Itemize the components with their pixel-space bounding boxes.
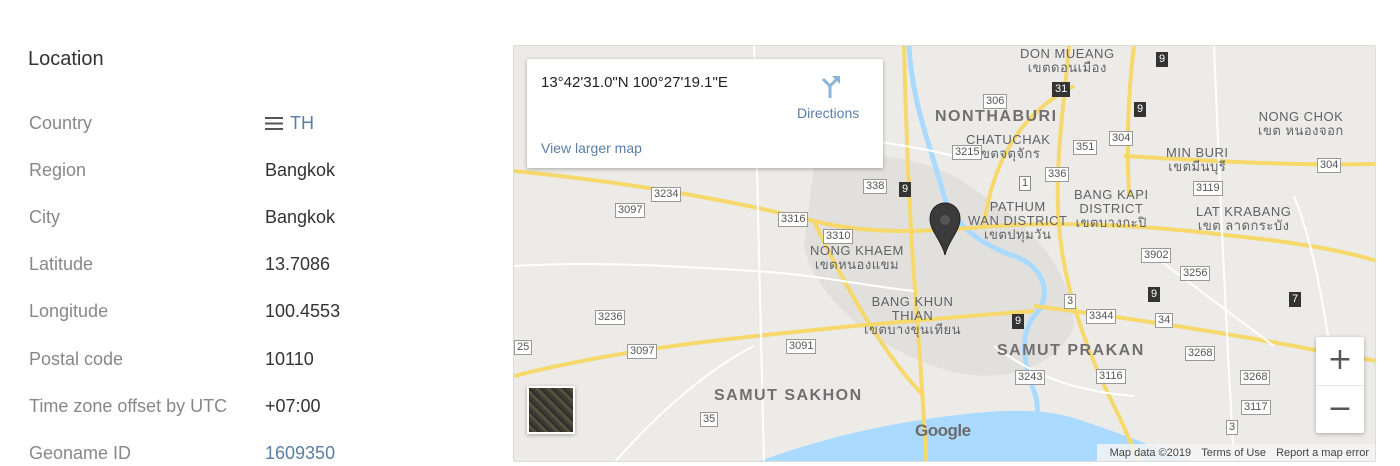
road-shield: 3344	[1086, 309, 1117, 324]
road-shield: 9	[899, 182, 912, 197]
map-label-don-mueang: DON MUEANG เขตดอนเมือง	[1020, 46, 1115, 75]
road-shield: 3097	[627, 344, 658, 359]
section-title: Location	[28, 48, 104, 70]
road-shield: 31	[1052, 82, 1071, 97]
map-data-attribution: Map data ©2019	[1109, 447, 1192, 459]
road-shield: 34	[1155, 313, 1174, 328]
longitude-value: 100.4553	[265, 301, 341, 321]
zoom-controls: + −	[1316, 337, 1364, 433]
info-row-city: City Bangkok	[29, 207, 469, 231]
map-label-samut-sakhon: SAMUT SAKHON	[714, 387, 863, 404]
road-shield: 35	[700, 412, 719, 427]
road-shield: 9	[1156, 52, 1169, 67]
terms-of-use-link[interactable]: Terms of Use	[1201, 447, 1266, 459]
city-value: Bangkok	[265, 207, 336, 227]
geoname-id-label: Geoname ID	[29, 443, 132, 463]
latitude-label: Latitude	[29, 254, 94, 274]
postal-code-label: Postal code	[29, 349, 124, 369]
road-shield: 306	[983, 94, 1008, 109]
country-code[interactable]: TH	[290, 113, 314, 133]
road-shield: 9	[1134, 102, 1147, 117]
region-value: Bangkok	[265, 160, 336, 180]
road-shield: 338	[863, 179, 888, 194]
postal-code-value: 10110	[265, 349, 314, 369]
road-shield: 3116	[1096, 369, 1126, 384]
road-shield: 3902	[1141, 248, 1172, 263]
road-shield: 3091	[786, 339, 817, 354]
road-shield: 3268	[1240, 370, 1271, 385]
map-label-nonthaburi: NONTHABURI	[935, 108, 1058, 125]
road-shield: 351	[1073, 140, 1098, 155]
road-shield: 3268	[1185, 346, 1216, 361]
info-row-region: Region Bangkok	[29, 160, 469, 184]
flag-icon	[265, 117, 283, 130]
road-shield: 336	[1045, 167, 1070, 182]
map-label-bang-khun-thian: BANG KHUN THIAN เขตบางขุนเทียน	[864, 294, 961, 337]
road-shield: 3310	[823, 229, 854, 244]
road-shield: 3256	[1180, 266, 1211, 281]
timezone-value: +07:00	[265, 396, 321, 416]
directions-icon[interactable]	[817, 73, 843, 99]
road-shield: 3236	[595, 310, 626, 325]
map-label-bang-kapi: BANG KAPI DISTRICT เขตบางกะปิ	[1074, 187, 1149, 230]
map-label-lat-krabang: LAT KRABANG เขต ลาดกระบัง	[1196, 204, 1292, 233]
road-shield: 3	[1064, 294, 1077, 309]
view-larger-map-link[interactable]: View larger map	[541, 140, 642, 156]
road-shield: 25	[514, 340, 533, 355]
road-shield: 3243	[1015, 370, 1046, 385]
road-shield: 1	[1019, 176, 1032, 191]
road-shield: 9	[1012, 314, 1025, 329]
region-label: Region	[29, 160, 87, 180]
road-shield: 9	[1148, 287, 1161, 302]
zoom-in-button[interactable]: +	[1316, 337, 1364, 385]
geoname-id-link[interactable]: 1609350	[265, 443, 335, 464]
longitude-label: Longitude	[29, 301, 109, 321]
country-value[interactable]: TH	[265, 113, 314, 134]
road-shield: 3	[1226, 420, 1239, 435]
road-shield: 304	[1109, 131, 1134, 146]
zoom-out-button[interactable]: −	[1316, 385, 1364, 433]
timezone-label: Time zone offset by UTC	[29, 396, 228, 416]
country-label: Country	[29, 113, 93, 133]
info-row-postal-code: Postal code 10110	[29, 349, 469, 373]
info-row-geoname-id: Geoname ID 1609350	[29, 443, 469, 466]
road-shield: 7	[1289, 292, 1302, 307]
directions-link[interactable]: Directions	[797, 105, 859, 121]
info-row-timezone: Time zone offset by UTC +07:00	[29, 396, 469, 420]
map-label-samut-prakan: SAMUT PRAKAN	[997, 342, 1145, 359]
road-shield: 3234	[651, 187, 682, 202]
map-info-card: 13°42'31.0"N 100°27'19.1"E Directions Vi…	[527, 59, 883, 168]
report-map-error-link[interactable]: Report a map error	[1276, 447, 1369, 459]
google-logo: Google	[915, 421, 971, 440]
map-embed[interactable]: DON MUEANG เขตดอนเมือง NONTHABURI CHATUCH…	[513, 45, 1376, 462]
city-label: City	[29, 207, 60, 227]
satellite-toggle-button[interactable]	[527, 386, 575, 434]
road-shield: 304	[1317, 158, 1342, 173]
map-label-min-buri: MIN BURI เขตมีนบุรี	[1166, 145, 1229, 174]
road-shield: 3097	[615, 203, 646, 218]
road-shield: 3215	[952, 145, 983, 160]
info-row-country: Country TH	[29, 113, 469, 137]
latitude-value: 13.7086	[265, 254, 331, 274]
road-shield: 3117	[1241, 400, 1271, 415]
road-shield: 3119	[1193, 181, 1223, 196]
info-row-latitude: Latitude 13.7086	[29, 254, 469, 278]
map-label-nong-khaem: NONG KHAEM เขตหนองแขม	[810, 243, 904, 272]
map-label-pathum-wan: PATHUM WAN DISTRICT เขตปทุมวัน	[968, 199, 1068, 242]
map-label-nong-chok: NONG CHOK เขต หนองจอก	[1258, 109, 1344, 138]
map-footer: Map data ©2019 Terms of Use Report a map…	[1096, 444, 1375, 461]
road-shield: 3316	[778, 212, 809, 227]
info-row-longitude: Longitude 100.4553	[29, 301, 469, 325]
map-coordinates: 13°42'31.0"N 100°27'19.1"E	[541, 74, 728, 91]
